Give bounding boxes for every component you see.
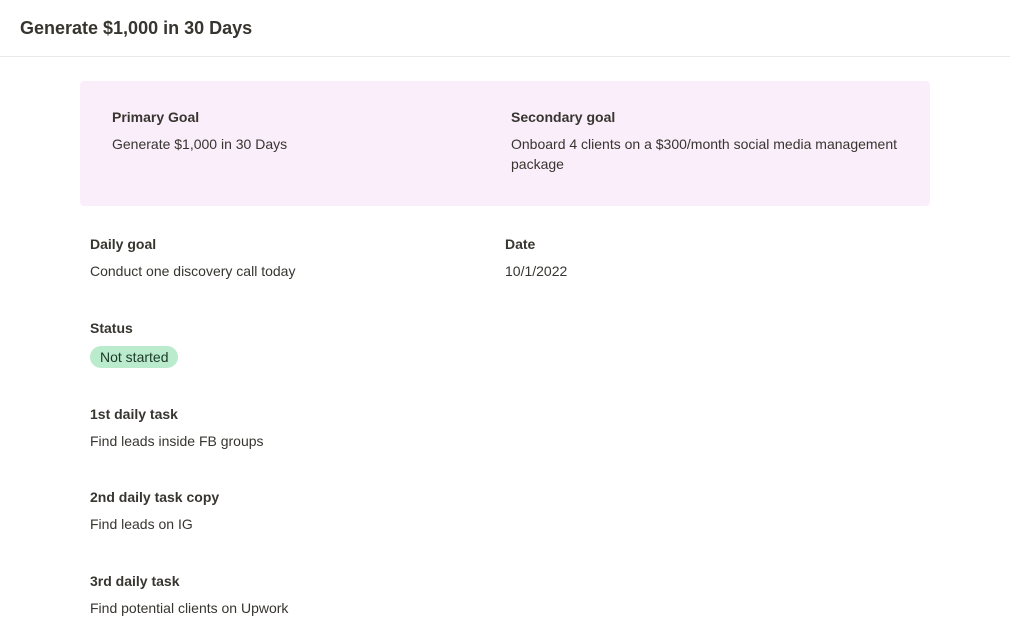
date-value: 10/1/2022 xyxy=(505,262,920,282)
content-area: Primary Goal Generate $1,000 in 30 Days … xyxy=(0,57,1010,619)
status-label: Status xyxy=(90,320,920,336)
daily-goal-value: Conduct one discovery call today xyxy=(90,262,505,282)
primary-goal-col: Primary Goal Generate $1,000 in 30 Days xyxy=(112,109,499,174)
daily-goal-col: Daily goal Conduct one discovery call to… xyxy=(90,236,505,282)
third-task-label: 3rd daily task xyxy=(90,573,920,589)
first-task-block: 1st daily task Find leads inside FB grou… xyxy=(90,406,920,452)
third-task-block: 3rd daily task Find potential clients on… xyxy=(90,573,920,619)
details-section: Daily goal Conduct one discovery call to… xyxy=(80,206,930,618)
date-label: Date xyxy=(505,236,920,252)
status-value-wrap: Not started xyxy=(90,346,920,368)
daily-row: Daily goal Conduct one discovery call to… xyxy=(90,236,920,282)
secondary-goal-value: Onboard 4 clients on a $300/month social… xyxy=(511,135,898,174)
status-badge: Not started xyxy=(90,346,178,368)
date-col: Date 10/1/2022 xyxy=(505,236,920,282)
daily-goal-label: Daily goal xyxy=(90,236,505,252)
primary-goal-label: Primary Goal xyxy=(112,109,499,125)
primary-goal-value: Generate $1,000 in 30 Days xyxy=(112,135,499,155)
secondary-goal-label: Secondary goal xyxy=(511,109,898,125)
second-task-block: 2nd daily task copy Find leads on IG xyxy=(90,489,920,535)
page-title: Generate $1,000 in 30 Days xyxy=(20,18,990,39)
page-header: Generate $1,000 in 30 Days xyxy=(0,0,1010,57)
second-task-value: Find leads on IG xyxy=(90,515,920,535)
second-task-label: 2nd daily task copy xyxy=(90,489,920,505)
secondary-goal-col: Secondary goal Onboard 4 clients on a $3… xyxy=(499,109,898,174)
goals-panel: Primary Goal Generate $1,000 in 30 Days … xyxy=(80,81,930,206)
status-block: Status Not started xyxy=(90,320,920,368)
first-task-value: Find leads inside FB groups xyxy=(90,432,920,452)
third-task-value: Find potential clients on Upwork xyxy=(90,599,920,619)
first-task-label: 1st daily task xyxy=(90,406,920,422)
